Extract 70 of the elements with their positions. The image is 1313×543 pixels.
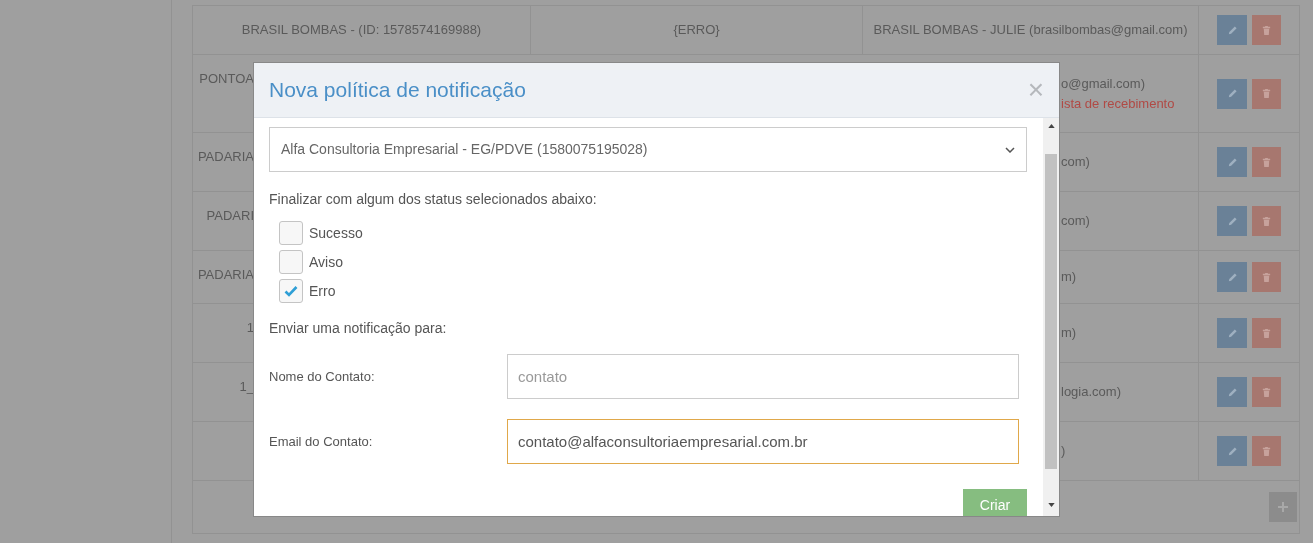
- section-label: Finalizar com algum dos status selecionados abaixo:: [269, 190, 598, 209]
- checkbox[interactable]: [279, 221, 303, 245]
- edit-button[interactable]: [1217, 377, 1247, 407]
- scroll-down-icon[interactable]: [1047, 503, 1055, 507]
- delete-button[interactable]: [1252, 262, 1281, 292]
- pencil-icon: [1226, 386, 1238, 398]
- table-cell-text: o@gmail.com): [1061, 75, 1146, 93]
- section-label: Enviar uma notificação para:: [269, 319, 448, 338]
- trash-icon: [1261, 88, 1272, 99]
- checkbox[interactable]: [279, 279, 303, 303]
- plus-icon: [1277, 501, 1289, 513]
- field-label: Email do Contato:: [269, 432, 374, 451]
- scrollbar[interactable]: [1043, 118, 1059, 516]
- add-button[interactable]: [1269, 492, 1297, 522]
- table-cell-text: PONTOA: [199, 70, 254, 88]
- pencil-icon: [1226, 24, 1238, 36]
- scroll-up-icon[interactable]: [1047, 124, 1055, 128]
- checkbox-label: Erro: [309, 281, 336, 301]
- edit-button[interactable]: [1217, 78, 1247, 109]
- trash-icon: [1261, 386, 1272, 398]
- delete-button[interactable]: [1252, 15, 1281, 45]
- table-cell-text: BRASIL BOMBAS - JULIE (brasilbombas@gmail.com): [873, 21, 1188, 40]
- edit-button[interactable]: [1217, 15, 1247, 45]
- table-cell-text: logia.com): [1061, 383, 1122, 402]
- checkbox-label: Aviso: [309, 252, 343, 272]
- text-field[interactable]: contato: [507, 354, 1019, 399]
- table-cell-text: {ERRO}: [673, 21, 720, 40]
- delete-button[interactable]: [1252, 377, 1281, 407]
- pencil-icon: [1226, 215, 1238, 227]
- delete-button[interactable]: [1252, 318, 1281, 348]
- delete-button[interactable]: [1252, 436, 1281, 466]
- pencil-icon: [1226, 156, 1238, 168]
- table-cell-text: 1: [246, 319, 254, 337]
- trash-icon: [1261, 24, 1272, 36]
- trash-icon: [1261, 327, 1272, 339]
- table-cell-text: BRASIL BOMBAS - (ID: 1578574169988): [241, 21, 482, 40]
- edit-button[interactable]: [1217, 318, 1247, 348]
- text-field[interactable]: contato@alfaconsultoriaempresarial.com.br: [507, 419, 1019, 464]
- pencil-icon: [1226, 88, 1238, 99]
- table-cell-text: PADARIA: [197, 266, 254, 284]
- company-select[interactable]: Alfa Consultoria Empresarial - EG/PDVE (1580075195028): [269, 127, 1027, 172]
- pencil-icon: [1226, 271, 1238, 283]
- pencil-icon: [1226, 327, 1238, 339]
- edit-button[interactable]: [1217, 147, 1247, 177]
- warning-text: ista de recebimento: [1061, 94, 1176, 113]
- chevron-down-icon: [1005, 146, 1015, 153]
- checkbox-label: Sucesso: [309, 223, 363, 243]
- table-cell-text: m): [1061, 324, 1078, 343]
- table-cell-text: PADARI: [206, 207, 254, 225]
- trash-icon: [1261, 271, 1272, 283]
- dialog-title: Nova política de notificação: [269, 77, 526, 104]
- table-cell-text: m): [1061, 268, 1078, 287]
- edit-button[interactable]: [1217, 436, 1247, 466]
- trash-icon: [1261, 156, 1272, 168]
- table-cell-text: PADARIA: [197, 148, 254, 166]
- trash-icon: [1261, 215, 1272, 227]
- edit-button[interactable]: [1217, 262, 1247, 292]
- pencil-icon: [1226, 445, 1238, 457]
- field-label: Nome do Contato:: [269, 367, 376, 386]
- checkmark-icon: [284, 285, 298, 297]
- delete-button[interactable]: [1252, 147, 1281, 177]
- delete-button[interactable]: [1252, 78, 1281, 109]
- table-cell-text: com): [1061, 153, 1091, 172]
- checkbox[interactable]: [279, 250, 303, 274]
- table-cell-text: ): [1061, 442, 1067, 461]
- table-cell-text: 1_: [239, 378, 254, 396]
- edit-button[interactable]: [1217, 206, 1247, 236]
- trash-icon: [1261, 445, 1272, 457]
- table-cell-text: com): [1061, 212, 1091, 231]
- delete-button[interactable]: [1252, 206, 1281, 236]
